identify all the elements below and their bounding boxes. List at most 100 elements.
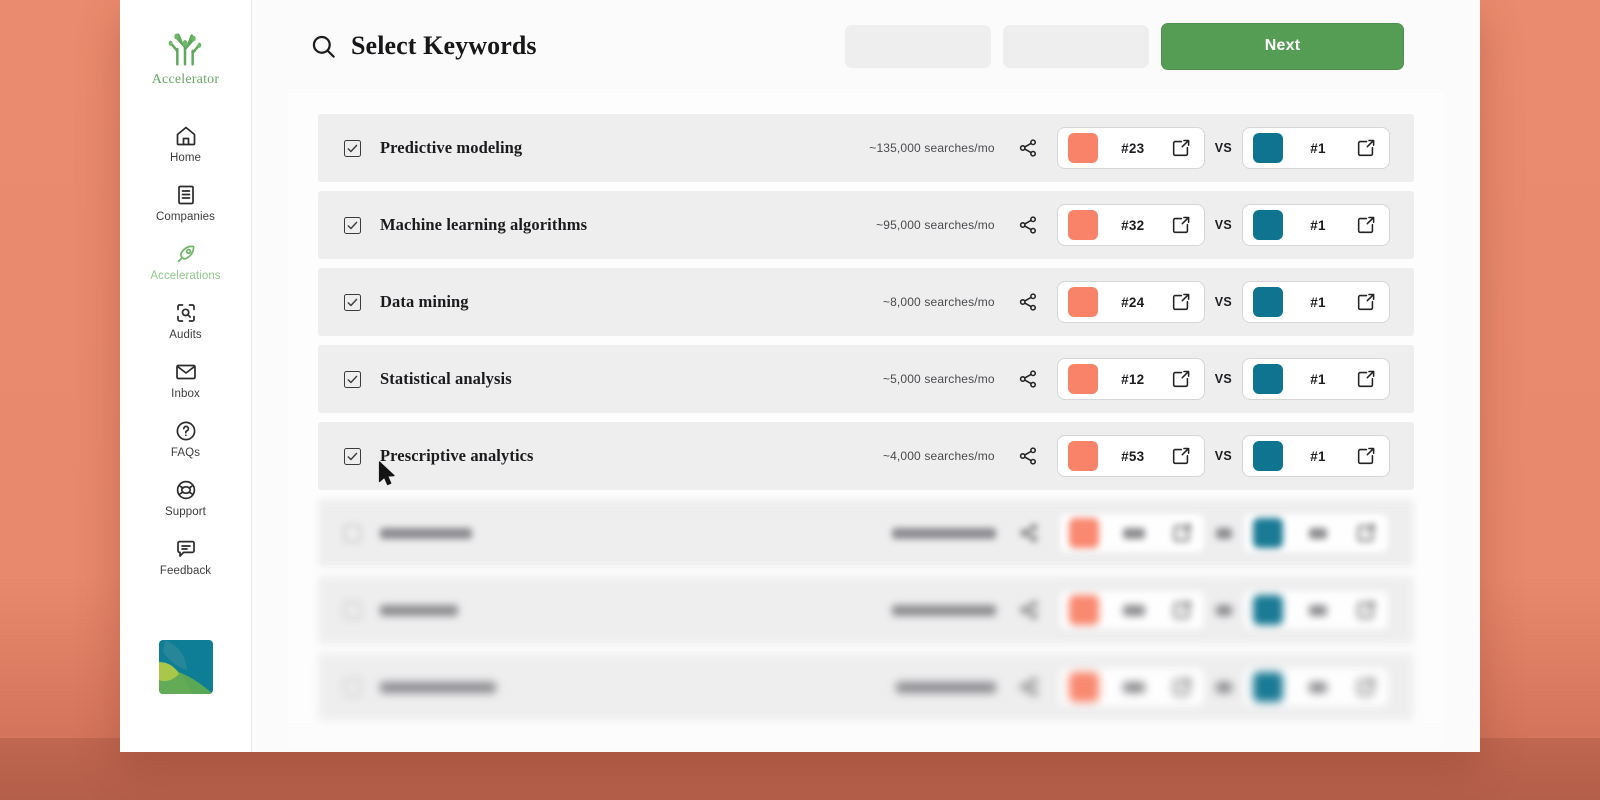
share-nodes-icon[interactable] <box>1014 672 1044 702</box>
keyword-checkbox[interactable] <box>344 370 361 388</box>
share-nodes-icon[interactable] <box>1014 518 1044 548</box>
main-content: Select Keywords Next Predictive modeling <box>252 0 1480 752</box>
placeholder-box-1[interactable] <box>845 24 991 68</box>
share-nodes-icon[interactable] <box>1013 441 1043 471</box>
external-link-icon[interactable] <box>1353 597 1379 623</box>
sidebar-item-support[interactable]: Support <box>120 476 251 520</box>
keyword-left <box>344 601 458 619</box>
table-row-blurred[interactable] <box>318 499 1414 567</box>
your-rank-pill[interactable]: #24 <box>1056 281 1205 323</box>
sidebar-item-accelerations[interactable]: Accelerations <box>120 240 251 284</box>
sidebar-item-label: Inbox <box>171 388 200 400</box>
keyword-checkbox[interactable] <box>344 678 361 696</box>
external-link-icon[interactable] <box>1353 674 1379 700</box>
your-rank-pill[interactable]: #23 <box>1056 127 1205 169</box>
table-row[interactable]: Data mining ~8,000 searches/mo #24 VS #1 <box>318 268 1414 336</box>
external-link-icon[interactable] <box>1353 212 1379 238</box>
search-volume-placeholder <box>896 681 996 693</box>
external-link-icon[interactable] <box>1168 135 1194 161</box>
competitor-color-swatch <box>1253 287 1283 317</box>
keyword-left: Statistical analysis <box>344 369 512 389</box>
sidebar-item-label: Audits <box>169 329 202 341</box>
keyword-checkbox[interactable] <box>344 601 361 619</box>
your-rank-pill[interactable] <box>1058 666 1206 708</box>
share-nodes-icon[interactable] <box>1013 287 1043 317</box>
share-nodes-icon[interactable] <box>1013 364 1043 394</box>
sidebar-item-home[interactable]: Home <box>120 122 251 166</box>
keyword-left <box>344 524 472 542</box>
keyword-checkbox[interactable] <box>344 216 361 234</box>
keyword-name-placeholder <box>380 681 496 693</box>
competitor-rank-placeholder <box>1309 527 1327 539</box>
table-row[interactable]: Predictive modeling ~135,000 searches/mo… <box>318 114 1414 182</box>
competitor-color-swatch <box>1253 672 1283 702</box>
your-color-swatch <box>1067 364 1098 394</box>
search-volume: ~8,000 searches/mo <box>882 295 995 309</box>
competitor-rank-pill[interactable]: #1 <box>1242 127 1390 169</box>
keyword-left: Predictive modeling <box>344 138 522 158</box>
competitor-rank-placeholder <box>1309 681 1327 693</box>
placeholder-box-2[interactable] <box>1003 24 1149 68</box>
share-nodes-icon[interactable] <box>1013 210 1043 240</box>
sidebar-item-companies[interactable]: Companies <box>120 181 251 225</box>
your-rank-pill[interactable] <box>1058 512 1206 554</box>
sidebar-item-faqs[interactable]: FAQs <box>120 417 251 461</box>
company-square-logo-icon <box>158 640 213 694</box>
vs-label: VS <box>1214 372 1232 386</box>
table-row[interactable]: Prescriptive analytics ~4,000 searches/m… <box>318 422 1414 490</box>
competitor-rank-pill[interactable]: #1 <box>1242 204 1390 246</box>
your-rank-pill[interactable]: #32 <box>1056 204 1205 246</box>
competitor-rank-pill[interactable] <box>1242 512 1390 554</box>
external-link-icon[interactable] <box>1168 212 1194 238</box>
table-row[interactable]: Statistical analysis ~5,000 searches/mo … <box>318 345 1414 413</box>
audit-scan-icon <box>174 301 198 325</box>
external-link-icon[interactable] <box>1169 597 1195 623</box>
share-nodes-icon[interactable] <box>1013 133 1043 163</box>
next-button[interactable]: Next <box>1161 22 1404 70</box>
brand-name: Accelerator <box>151 72 220 87</box>
sidebar-item-feedback[interactable]: Feedback <box>120 535 251 579</box>
keyword-checkbox[interactable] <box>344 447 361 465</box>
competitor-color-swatch <box>1253 441 1283 471</box>
competitor-rank-pill[interactable]: #1 <box>1242 281 1390 323</box>
keyword-name: Prescriptive analytics <box>380 446 534 465</box>
sidebar-nav: Home Companies Accelerations Audits Inbo… <box>120 122 251 579</box>
sidebar-item-inbox[interactable]: Inbox <box>120 358 251 402</box>
competitor-rank-pill[interactable] <box>1242 666 1390 708</box>
your-rank-value: #32 <box>1121 217 1145 233</box>
your-rank-pill[interactable]: #12 <box>1056 358 1205 400</box>
keyword-name-placeholder <box>380 604 458 616</box>
external-link-icon[interactable] <box>1169 520 1195 546</box>
external-link-icon[interactable] <box>1168 289 1194 315</box>
competitor-rank-pill[interactable] <box>1242 589 1390 631</box>
external-link-icon[interactable] <box>1168 366 1194 392</box>
external-link-icon[interactable] <box>1353 366 1379 392</box>
brand[interactable]: Accelerator <box>152 26 219 88</box>
keyword-checkbox[interactable] <box>344 139 361 157</box>
competitor-rank-pill[interactable]: #1 <box>1242 358 1390 400</box>
app-window: Accelerator Home Companies Accelerations… <box>120 0 1480 752</box>
keyword-checkbox[interactable] <box>344 293 361 311</box>
table-row[interactable]: Machine learning algorithms ~95,000 sear… <box>318 191 1414 259</box>
competitor-rank-pill[interactable]: #1 <box>1242 435 1390 477</box>
share-nodes-icon[interactable] <box>1014 595 1044 625</box>
external-link-icon[interactable] <box>1169 674 1195 700</box>
external-link-icon[interactable] <box>1353 135 1379 161</box>
external-link-icon[interactable] <box>1168 443 1194 469</box>
table-row-blurred[interactable] <box>318 653 1414 721</box>
search-volume: ~5,000 searches/mo <box>882 372 995 386</box>
keyword-checkbox[interactable] <box>344 524 361 542</box>
keyword-list-card: Predictive modeling ~135,000 searches/mo… <box>252 92 1480 752</box>
competitor-rank-value: #1 <box>1310 448 1326 464</box>
external-link-icon[interactable] <box>1353 289 1379 315</box>
sidebar-item-label: Accelerations <box>150 270 221 282</box>
your-rank-pill[interactable] <box>1058 589 1206 631</box>
your-rank-placeholder <box>1123 681 1145 693</box>
vs-label: VS <box>1214 295 1232 309</box>
table-row-blurred[interactable] <box>318 576 1414 644</box>
keyword-name: Statistical analysis <box>380 369 512 388</box>
external-link-icon[interactable] <box>1353 520 1379 546</box>
external-link-icon[interactable] <box>1353 443 1379 469</box>
your-rank-pill[interactable]: #53 <box>1056 435 1205 477</box>
sidebar-item-audits[interactable]: Audits <box>120 299 251 343</box>
